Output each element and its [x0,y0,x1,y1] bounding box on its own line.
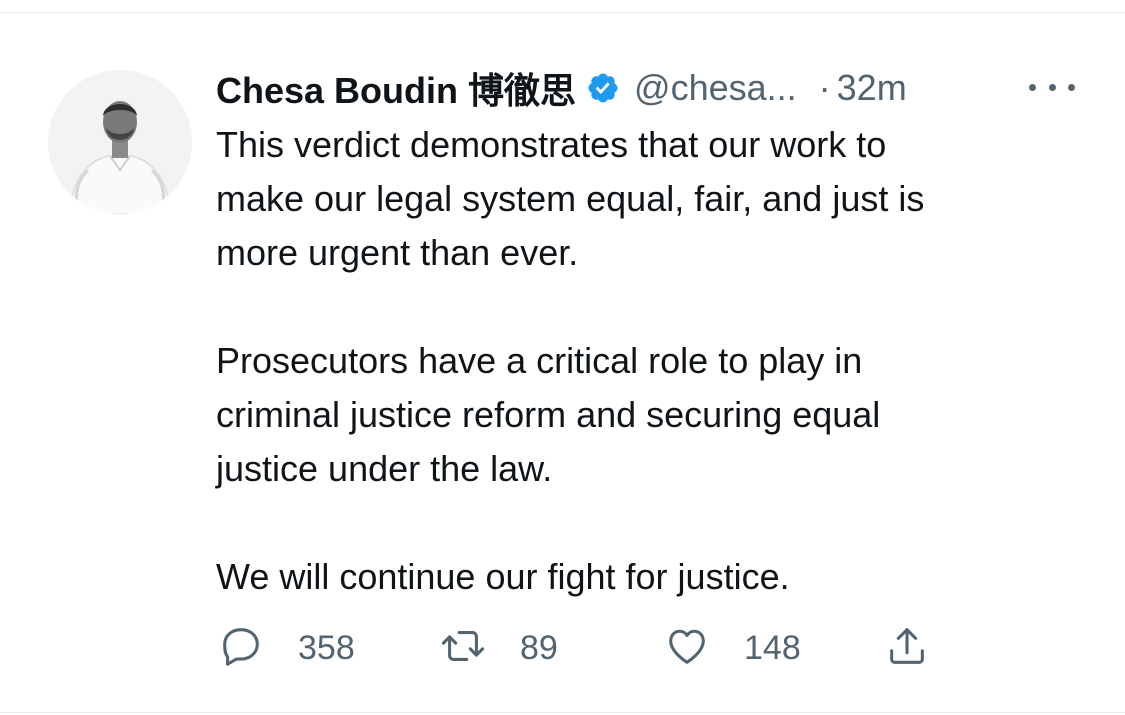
retweet-icon [440,623,486,674]
reply-icon [218,623,264,674]
tweet-paragraph: Prosecutors have a critical role to play… [216,340,881,489]
verified-badge-icon [586,71,620,105]
more-options-icon[interactable] [1029,70,1075,104]
heart-icon [664,623,710,674]
retweet-button[interactable]: 89 [440,620,558,676]
like-count: 148 [744,628,801,667]
tweet-text: This verdict demonstrates that our work … [216,118,1096,604]
avatar[interactable] [48,70,192,214]
tweet-header: Chesa Boudin 博徹思 @chesa... · 32m [216,62,1085,114]
tweet-paragraph: We will continue our fight for justice. [216,556,790,597]
user-handle[interactable]: @chesa... [634,67,797,109]
share-button[interactable] [884,620,930,676]
display-name[interactable]: Chesa Boudin 博徹思 [216,62,576,114]
share-icon [884,623,930,674]
avatar-photo [48,70,192,214]
tweet-paragraph: This verdict demonstrates that our work … [216,124,925,273]
bottom-divider [0,712,1125,713]
tweet-timestamp[interactable]: 32m [837,67,907,109]
reply-count: 358 [298,628,355,667]
retweet-count: 89 [520,628,558,667]
top-divider [0,12,1125,13]
reply-button[interactable]: 358 [218,620,355,676]
like-button[interactable]: 148 [664,620,801,676]
separator-dot: · [818,67,831,108]
